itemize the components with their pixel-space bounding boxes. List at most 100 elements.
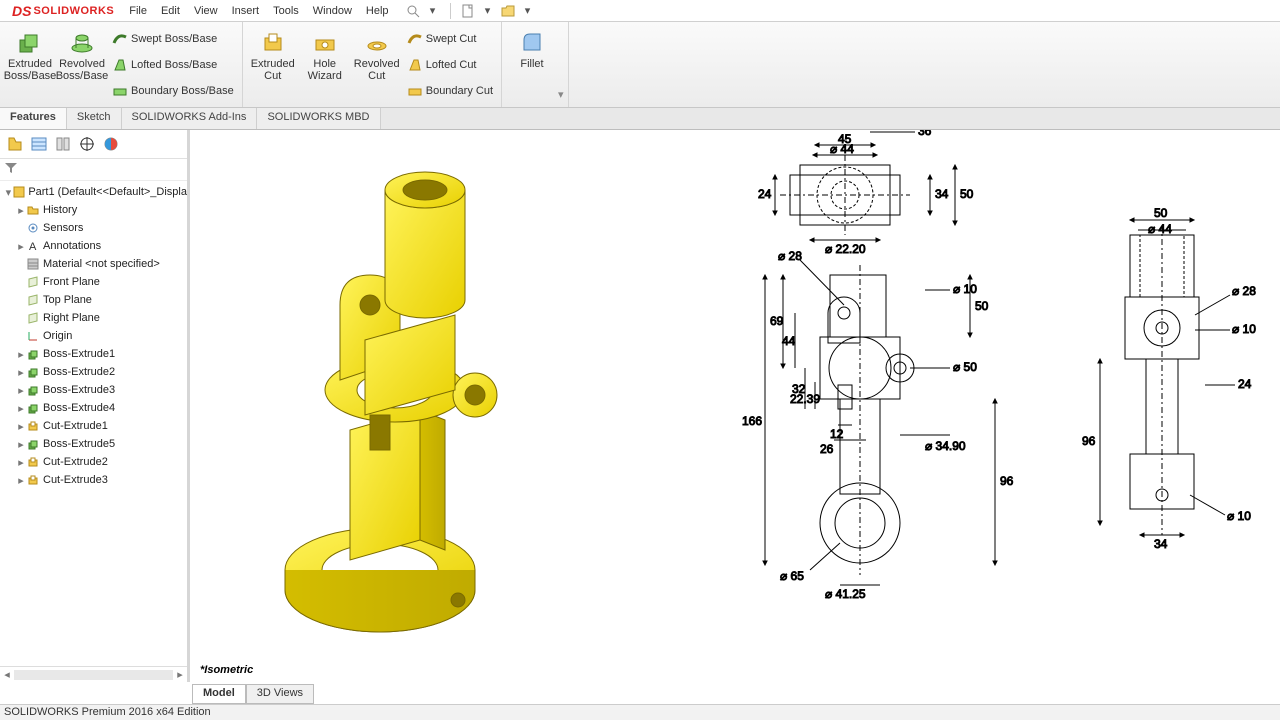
svg-text:24: 24 <box>1238 377 1252 391</box>
tree-item-bossextrude4[interactable]: ▸Boss-Extrude4 <box>0 399 187 417</box>
tree-item-cutextrude1[interactable]: ▸Cut-Extrude1 <box>0 417 187 435</box>
svg-text:⌀ 10: ⌀ 10 <box>953 282 977 296</box>
panel-toolbar <box>0 130 187 159</box>
tab-3dviews[interactable]: 3D Views <box>246 684 314 704</box>
model-3d-preview <box>220 130 580 670</box>
svg-text:24: 24 <box>758 187 772 201</box>
dropdown-icon[interactable]: ▾ <box>479 2 497 20</box>
ribbon: Extruded Boss/Base Revolved Boss/Base Sw… <box>0 22 1280 108</box>
tree-item-right-plane[interactable]: Right Plane <box>0 309 187 327</box>
extrude-icon <box>26 347 40 361</box>
dropdown-icon[interactable]: ▾ <box>424 2 442 20</box>
menu-view[interactable]: View <box>187 5 225 17</box>
tree-item-front-plane[interactable]: Front Plane <box>0 273 187 291</box>
drawing-views: 45 ⌀ 44 ⌀ 22.20 24 34 50 36 <box>630 130 1280 690</box>
dropdown-icon[interactable]: ▾ <box>558 88 564 101</box>
scroll-right-icon[interactable]: ▸ <box>173 668 187 681</box>
svg-text:⌀ 28: ⌀ 28 <box>1232 284 1256 298</box>
svg-text:⌀ 34.90: ⌀ 34.90 <box>925 439 966 453</box>
scroll-left-icon[interactable]: ◂ <box>0 668 14 681</box>
swept-cut-button[interactable]: Swept Cut <box>403 26 497 52</box>
viewport-tabs: Model 3D Views <box>192 684 314 704</box>
tree-filter[interactable] <box>0 159 187 181</box>
tab-mbd[interactable]: SOLIDWORKS MBD <box>257 108 380 129</box>
tab-sketch[interactable]: Sketch <box>67 108 122 129</box>
tree-item-origin[interactable]: Origin <box>0 327 187 345</box>
menu-edit[interactable]: Edit <box>154 5 187 17</box>
tree-item-annotations[interactable]: ▸AAnnotations <box>0 237 187 255</box>
property-manager-icon[interactable] <box>28 133 50 155</box>
dimxpert-icon[interactable] <box>76 133 98 155</box>
display-manager-icon[interactable] <box>100 133 122 155</box>
extrude-icon <box>26 437 40 451</box>
plane-icon <box>26 293 40 307</box>
hole-wizard-button[interactable]: Hole Wizard <box>299 24 351 105</box>
app-logo: DS SOLIDWORKS <box>4 3 122 19</box>
swept-boss-button[interactable]: Swept Boss/Base <box>108 26 238 52</box>
sensors-icon <box>26 221 40 235</box>
extruded-cut-button[interactable]: Extruded Cut <box>247 24 299 105</box>
svg-text:50: 50 <box>975 299 989 313</box>
svg-text:⌀ 44: ⌀ 44 <box>1148 222 1172 236</box>
svg-text:50: 50 <box>960 187 974 201</box>
svg-text:⌀ 65: ⌀ 65 <box>780 569 804 583</box>
panel-scrollbar[interactable]: ◂ ▸ <box>0 666 187 682</box>
label: Extruded Cut <box>247 58 299 82</box>
extrude-icon <box>26 401 40 415</box>
logo-mark: DS <box>12 3 31 19</box>
feature-manager-panel: ▾Part1 (Default<<Default>_Displa ▸Histor… <box>0 130 190 682</box>
tab-features[interactable]: Features <box>0 108 67 129</box>
svg-text:50: 50 <box>1154 206 1168 220</box>
material-icon <box>26 257 40 271</box>
boundary-cut-button[interactable]: Boundary Cut <box>403 78 497 104</box>
revolved-cut-button[interactable]: Revolved Cut <box>351 24 403 105</box>
menu-window[interactable]: Window <box>306 5 359 17</box>
tree-item-bossextrude3[interactable]: ▸Boss-Extrude3 <box>0 381 187 399</box>
label: Hole Wizard <box>299 58 351 82</box>
lofted-boss-button[interactable]: Lofted Boss/Base <box>108 52 238 78</box>
svg-text:96: 96 <box>1000 474 1014 488</box>
revolved-boss-icon <box>68 28 96 56</box>
tree-item-history[interactable]: ▸History <box>0 201 187 219</box>
new-doc-icon[interactable] <box>459 2 477 20</box>
svg-text:⌀ 28: ⌀ 28 <box>778 249 802 263</box>
search-icon[interactable] <box>404 2 422 20</box>
lofted-cut-button[interactable]: Lofted Cut <box>403 52 497 78</box>
tree-item-top-plane[interactable]: Top Plane <box>0 291 187 309</box>
menu-help[interactable]: Help <box>359 5 396 17</box>
tree-item-bossextrude2[interactable]: ▸Boss-Extrude2 <box>0 363 187 381</box>
svg-text:69: 69 <box>770 314 784 328</box>
menu-insert[interactable]: Insert <box>225 5 267 17</box>
menu-tools[interactable]: Tools <box>266 5 306 17</box>
tree-item-material[interactable]: Material <not specified> <box>0 255 187 273</box>
tab-model[interactable]: Model <box>192 684 246 704</box>
feature-tree-icon[interactable] <box>4 133 26 155</box>
tree-root[interactable]: ▾Part1 (Default<<Default>_Displa <box>0 183 187 201</box>
open-doc-icon[interactable] <box>499 2 517 20</box>
boundary-boss-button[interactable]: Boundary Boss/Base <box>108 78 238 104</box>
label: Revolved Boss/Base <box>56 58 109 82</box>
svg-text:⌀ 41.25: ⌀ 41.25 <box>825 587 866 601</box>
boundary-icon <box>112 83 128 99</box>
lofted-icon <box>112 57 128 73</box>
dropdown-icon[interactable]: ▾ <box>519 2 537 20</box>
svg-text:34: 34 <box>935 187 949 201</box>
extruded-boss-icon <box>16 28 44 56</box>
tree-item-bossextrude1[interactable]: ▸Boss-Extrude1 <box>0 345 187 363</box>
cut-icon <box>26 473 40 487</box>
tab-addins[interactable]: SOLIDWORKS Add-Ins <box>122 108 258 129</box>
extruded-boss-button[interactable]: Extruded Boss/Base <box>4 24 56 105</box>
menu-file[interactable]: File <box>122 5 154 17</box>
label: Fillet <box>520 58 543 70</box>
revolved-boss-button[interactable]: Revolved Boss/Base <box>56 24 108 105</box>
ribbon-group-boss: Extruded Boss/Base Revolved Boss/Base Sw… <box>0 22 243 107</box>
part-icon <box>13 185 25 199</box>
svg-text:⌀ 50: ⌀ 50 <box>953 360 977 374</box>
tree-item-sensors[interactable]: Sensors <box>0 219 187 237</box>
status-bar: SOLIDWORKS Premium 2016 x64 Edition <box>0 704 1280 720</box>
fillet-button[interactable]: Fillet <box>506 24 558 105</box>
tree-item-cutextrude2[interactable]: ▸Cut-Extrude2 <box>0 453 187 471</box>
config-manager-icon[interactable] <box>52 133 74 155</box>
tree-item-bossextrude5[interactable]: ▸Boss-Extrude5 <box>0 435 187 453</box>
tree-item-cutextrude3[interactable]: ▸Cut-Extrude3 <box>0 471 187 489</box>
